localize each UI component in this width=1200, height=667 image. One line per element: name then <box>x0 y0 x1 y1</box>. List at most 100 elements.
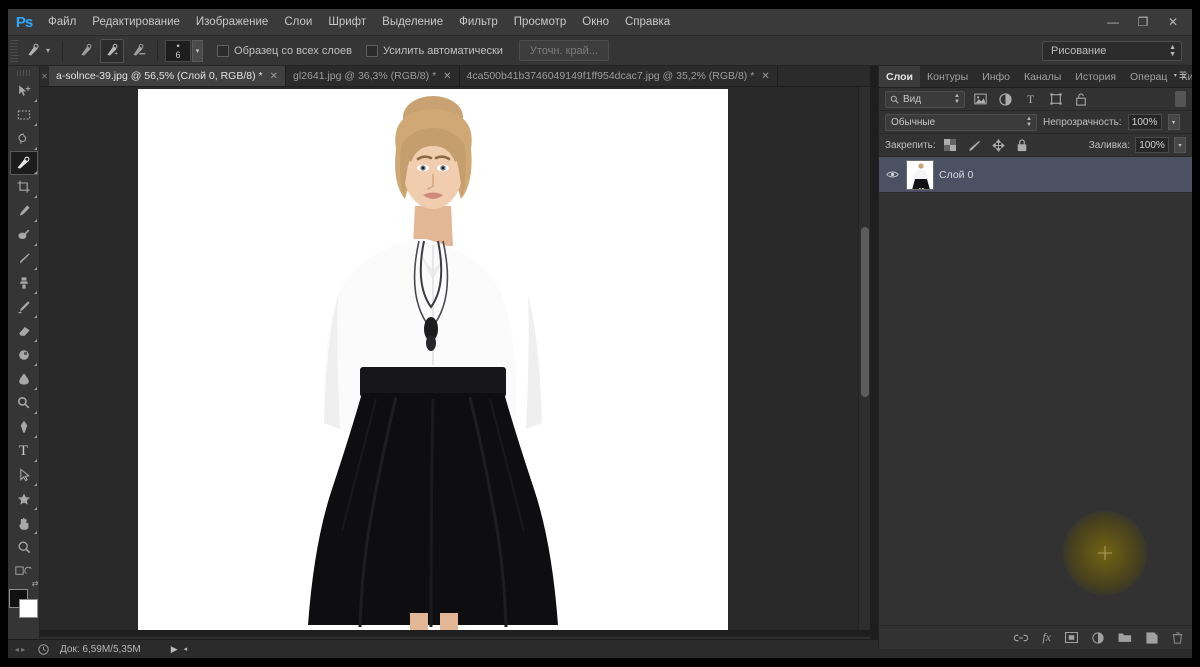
status-expand-arrow-icon[interactable]: ▶ <box>171 644 178 655</box>
panel-tab-actions[interactable]: Операц <box>1123 66 1174 87</box>
lasso-tool-flyout-icon[interactable] <box>33 147 37 150</box>
layer-row[interactable]: Слой 0 <box>879 157 1192 193</box>
shape-tool-flyout-icon[interactable] <box>33 507 37 510</box>
lasso-tool[interactable] <box>10 127 38 151</box>
eyedropper-tool[interactable] <box>10 199 38 223</box>
auto-enhance-checkbox[interactable]: Усилить автоматически <box>365 44 503 57</box>
layer-filter-type-select[interactable]: Вид ▲ ▼ <box>885 90 965 108</box>
layer-visibility-eye-icon[interactable] <box>883 170 901 179</box>
tools-panel-grip[interactable] <box>16 70 31 76</box>
history-brush-flyout-icon[interactable] <box>33 315 37 318</box>
restore-button[interactable]: ❐ <box>1128 12 1158 32</box>
canvas-area[interactable] <box>40 87 870 630</box>
history-brush-tool[interactable] <box>10 295 38 319</box>
lock-image-pixels-icon[interactable] <box>965 136 984 154</box>
document-tab-2-close-icon[interactable]: ✕ <box>443 71 451 82</box>
healing-brush-tool[interactable] <box>10 223 38 247</box>
fill-input[interactable]: 100% <box>1135 137 1169 153</box>
subtract-from-selection-icon[interactable] <box>126 39 150 63</box>
minimize-button[interactable]: — <box>1098 12 1128 32</box>
document-tab-3-close-icon[interactable]: ✕ <box>761 71 769 82</box>
document-tabs-grip[interactable]: ✕ <box>40 66 49 86</box>
crop-tool[interactable] <box>10 175 38 199</box>
add-to-selection-icon[interactable]: + <box>100 38 125 63</box>
menu-select[interactable]: Выделение <box>374 9 451 35</box>
hand-tool-flyout-icon[interactable] <box>33 531 37 534</box>
layers-list[interactable]: Слой 0 <box>879 157 1192 590</box>
status-bar-grip[interactable]: ◂ ▸ <box>8 645 32 654</box>
adjustment-filter-icon[interactable] <box>996 90 1015 108</box>
type-tool-flyout-icon[interactable] <box>33 459 37 462</box>
type-tool[interactable]: T <box>10 439 38 463</box>
pixel-filter-icon[interactable] <box>971 90 990 108</box>
eraser-tool-flyout-icon[interactable] <box>33 339 37 342</box>
panel-tab-history[interactable]: История <box>1068 66 1123 87</box>
document-tab-1[interactable]: a-solnce-39.jpg @ 56,5% (Слой 0, RGB/8) … <box>49 66 286 86</box>
sample-all-layers-box-icon[interactable] <box>217 44 230 57</box>
menu-view[interactable]: Просмотр <box>506 9 575 35</box>
path-selection-tool[interactable] <box>10 463 38 487</box>
menu-layers[interactable]: Слои <box>276 9 320 35</box>
new-adjustment-layer-icon[interactable] <box>1092 631 1104 644</box>
refine-edge-button[interactable]: Уточн. край... <box>518 40 609 61</box>
zoom-tool[interactable] <box>10 535 38 559</box>
move-tool[interactable] <box>10 79 38 103</box>
panel-tab-info[interactable]: Инфо <box>975 66 1017 87</box>
opacity-chevron-icon[interactable]: ▾ <box>1167 114 1180 130</box>
current-tool-icon[interactable] <box>21 39 45 63</box>
auto-enhance-box-icon[interactable] <box>365 44 378 57</box>
rectangular-marquee-tool[interactable] <box>10 103 38 127</box>
link-layers-icon[interactable] <box>1014 633 1029 643</box>
panel-tab-layers[interactable]: Слои <box>879 66 920 87</box>
brush-size-chevron-down-icon[interactable]: ▾ <box>192 39 204 62</box>
canvas-vertical-scrollbar[interactable] <box>858 87 870 630</box>
fill-chevron-icon[interactable]: ▾ <box>1174 137 1186 153</box>
new-layer-icon[interactable] <box>1146 631 1158 644</box>
move-tool-flyout-icon[interactable] <box>33 99 37 102</box>
type-filter-icon[interactable]: T <box>1021 90 1040 108</box>
blend-mode-select[interactable]: Обычные ▲ ▼ <box>885 113 1037 131</box>
panel-tab-paths[interactable]: Контуры <box>920 66 975 87</box>
hand-tool[interactable] <box>10 511 38 535</box>
opacity-input[interactable]: 100% <box>1127 114 1162 130</box>
menu-window[interactable]: Окно <box>574 9 617 35</box>
add-layer-style-icon[interactable]: fx <box>1042 630 1051 645</box>
menu-type[interactable]: Шрифт <box>320 9 374 35</box>
lock-transparent-pixels-icon[interactable] <box>941 136 960 154</box>
gradient-tool-flyout-icon[interactable] <box>33 363 37 366</box>
quick-selection-flyout-icon[interactable] <box>33 171 37 174</box>
options-bar-grip[interactable] <box>10 39 18 62</box>
menu-edit[interactable]: Редактирование <box>84 9 188 35</box>
background-color-swatch[interactable] <box>18 599 38 618</box>
document-tab-3[interactable]: 4ca500b41b3746049149f1ff954dcac7.jpg @ 3… <box>460 66 778 86</box>
sample-all-layers-checkbox[interactable]: Образец со всех слоев <box>217 44 352 57</box>
canvas-vertical-scrollbar-thumb[interactable] <box>861 227 869 397</box>
add-layer-mask-icon[interactable] <box>1065 632 1078 643</box>
gradient-tool[interactable] <box>10 343 38 367</box>
new-group-icon[interactable] <box>1118 632 1132 643</box>
eyedropper-tool-flyout-icon[interactable] <box>33 219 37 222</box>
crop-tool-flyout-icon[interactable] <box>33 195 37 198</box>
pen-tool[interactable] <box>10 415 38 439</box>
delete-layer-icon[interactable] <box>1172 631 1183 644</box>
lock-all-icon[interactable] <box>1013 136 1032 154</box>
layer-name[interactable]: Слой 0 <box>939 169 973 181</box>
menu-help[interactable]: Справка <box>617 9 678 35</box>
brush-tool[interactable] <box>10 247 38 271</box>
healing-brush-flyout-icon[interactable] <box>33 243 37 246</box>
default-colors-icon[interactable]: ⇄ <box>32 579 39 588</box>
clone-stamp-tool[interactable] <box>10 271 38 295</box>
layer-thumbnail[interactable] <box>906 159 934 190</box>
brush-size-input[interactable]: • 6 <box>165 39 192 62</box>
panel-tab-channels[interactable]: Каналы <box>1017 66 1068 87</box>
panel-menu-icon[interactable]: ▾ ☰ <box>1174 70 1187 81</box>
menu-file[interactable]: Файл <box>40 9 84 35</box>
workspace-selector[interactable]: Рисование ▲ ▼ <box>1042 41 1182 61</box>
document-tab-2[interactable]: gl2641.jpg @ 36,3% (RGB/8) * ✕ <box>286 66 460 86</box>
dodge-tool[interactable] <box>10 391 38 415</box>
tool-preset-chevron-down-icon[interactable]: ▾ <box>46 46 50 55</box>
quick-selection-tool[interactable] <box>9 151 38 175</box>
document-canvas[interactable] <box>138 89 728 630</box>
shape-filter-icon[interactable] <box>1046 90 1065 108</box>
lock-position-icon[interactable] <box>989 136 1008 154</box>
